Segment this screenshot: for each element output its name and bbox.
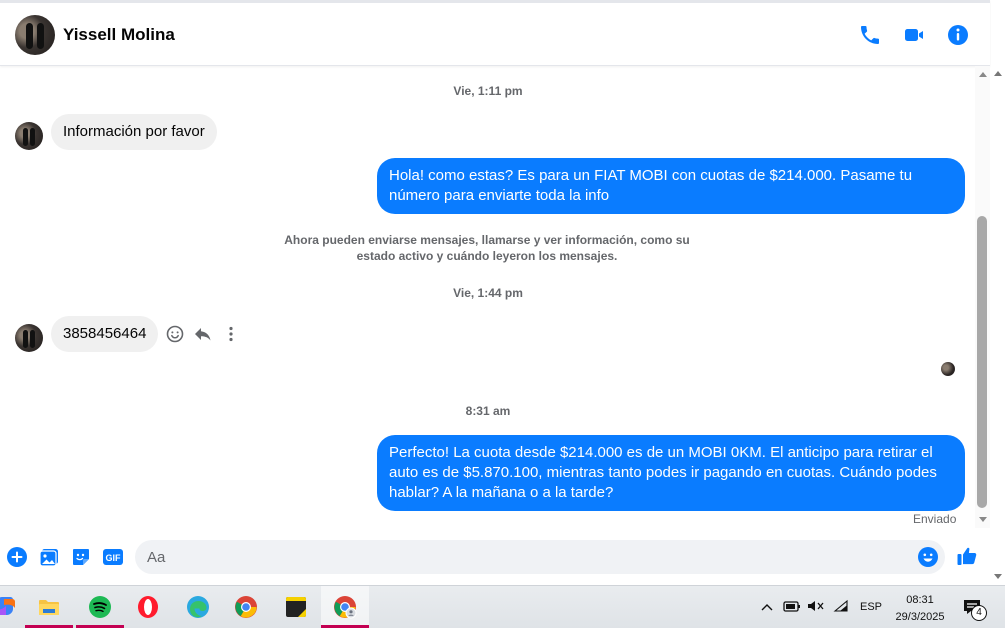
sticky-notes-app[interactable]: [272, 586, 320, 628]
contact-avatar[interactable]: [15, 15, 55, 55]
clock-time: 08:31: [906, 594, 934, 606]
chat-scrollbar[interactable]: [975, 66, 990, 528]
copilot-icon: [0, 597, 15, 615]
outgoing-message[interactable]: Hola! como estas? Es para un FIAT MOBI c…: [377, 158, 965, 214]
edge-app[interactable]: [174, 586, 222, 628]
outgoing-message[interactable]: Perfecto! La cuota desde $214.000 es de …: [377, 435, 965, 511]
scroll-up-arrow[interactable]: [979, 72, 987, 77]
incoming-message[interactable]: 3858456464: [51, 316, 159, 352]
language-indicator[interactable]: ESP: [860, 601, 882, 613]
sticker-icon[interactable]: [70, 546, 92, 568]
opera-app[interactable]: [124, 586, 172, 628]
reply-icon[interactable]: [193, 324, 213, 344]
windows-taskbar: ESP 08:31 29/3/2025 4: [0, 585, 1005, 628]
message-status: Enviado: [913, 512, 957, 526]
incoming-message[interactable]: Información por favor: [51, 114, 217, 150]
spotify-icon: [89, 596, 111, 618]
privacy-notice: Ahora pueden enviarse mensajes, llamarse…: [284, 233, 690, 263]
file-explorer-app[interactable]: [25, 586, 73, 628]
chrome-profile-icon: [334, 596, 357, 619]
chrome-icon: [235, 596, 257, 618]
video-camera-icon[interactable]: [902, 23, 926, 47]
page-scroll-up-arrow[interactable]: [994, 71, 1002, 76]
thumbs-up-icon[interactable]: [956, 545, 978, 567]
gif-icon[interactable]: GIF: [102, 546, 124, 568]
page-scroll-down-arrow[interactable]: [994, 574, 1002, 579]
chevron-up-icon[interactable]: [761, 602, 773, 612]
info-icon[interactable]: [946, 23, 970, 47]
battery-icon[interactable]: [783, 599, 801, 613]
volume-muted-icon[interactable]: [807, 599, 825, 613]
chrome-app[interactable]: [222, 586, 270, 628]
wifi-icon[interactable]: [833, 599, 849, 613]
notification-badge: 4: [971, 605, 987, 621]
react-emoji-icon[interactable]: [165, 324, 185, 344]
contact-avatar-small[interactable]: [15, 324, 43, 352]
spotify-app[interactable]: [76, 586, 124, 628]
phone-icon[interactable]: [858, 23, 882, 47]
add-icon[interactable]: [6, 546, 28, 568]
edge-icon: [187, 596, 209, 618]
chrome-profile-app[interactable]: [321, 586, 369, 628]
clock[interactable]: 08:31 29/3/2025: [892, 592, 948, 626]
scroll-thumb[interactable]: [977, 216, 987, 508]
emoji-icon[interactable]: [917, 546, 939, 568]
opera-icon: [138, 596, 158, 618]
sticky-notes-icon: [286, 597, 306, 617]
page-scrollbar[interactable]: [991, 0, 1005, 585]
folder-icon: [39, 600, 59, 615]
svg-text:GIF: GIF: [106, 553, 122, 563]
scroll-down-arrow[interactable]: [979, 517, 987, 522]
timestamp: Vie, 1:44 pm: [453, 286, 523, 300]
chat-header: Yissell Molina: [0, 0, 990, 66]
gallery-icon[interactable]: [38, 546, 60, 568]
message-input[interactable]: [135, 540, 945, 574]
contact-name[interactable]: Yissell Molina: [63, 25, 175, 45]
clock-date: 29/3/2025: [895, 611, 945, 623]
seen-indicator-avatar: [941, 362, 955, 376]
timestamp: Vie, 1:11 pm: [453, 84, 523, 98]
timestamp: 8:31 am: [465, 404, 511, 418]
more-options-icon[interactable]: [221, 324, 241, 344]
contact-avatar-small[interactable]: [15, 122, 43, 150]
